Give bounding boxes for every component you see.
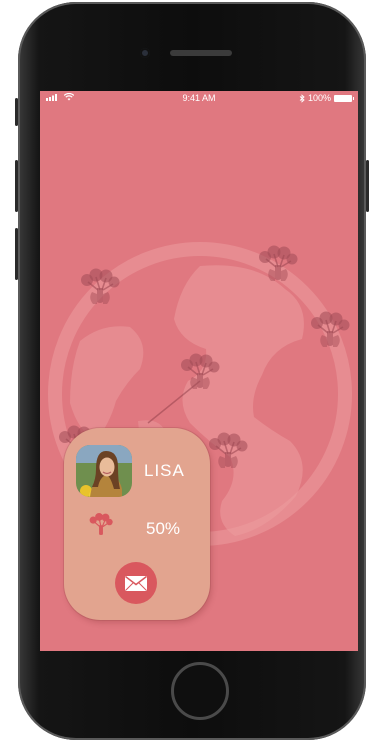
user-card[interactable]: LISA 50%: [64, 428, 210, 620]
mute-switch: [15, 98, 18, 126]
user-name: LISA: [144, 461, 185, 480]
volume-down-button: [15, 228, 18, 280]
home-button[interactable]: [171, 662, 229, 720]
earpiece-speaker: [170, 50, 232, 56]
tree-icon: [89, 512, 113, 536]
power-button: [366, 160, 369, 212]
app-screen: 9:41 AM 100% LISA 50%: [40, 91, 358, 651]
progress-percent: 50%: [146, 519, 181, 538]
mail-icon: [125, 575, 147, 591]
front-camera: [140, 48, 150, 58]
mail-button[interactable]: [115, 562, 157, 604]
avatar: [76, 445, 132, 497]
volume-up-button: [15, 160, 18, 212]
